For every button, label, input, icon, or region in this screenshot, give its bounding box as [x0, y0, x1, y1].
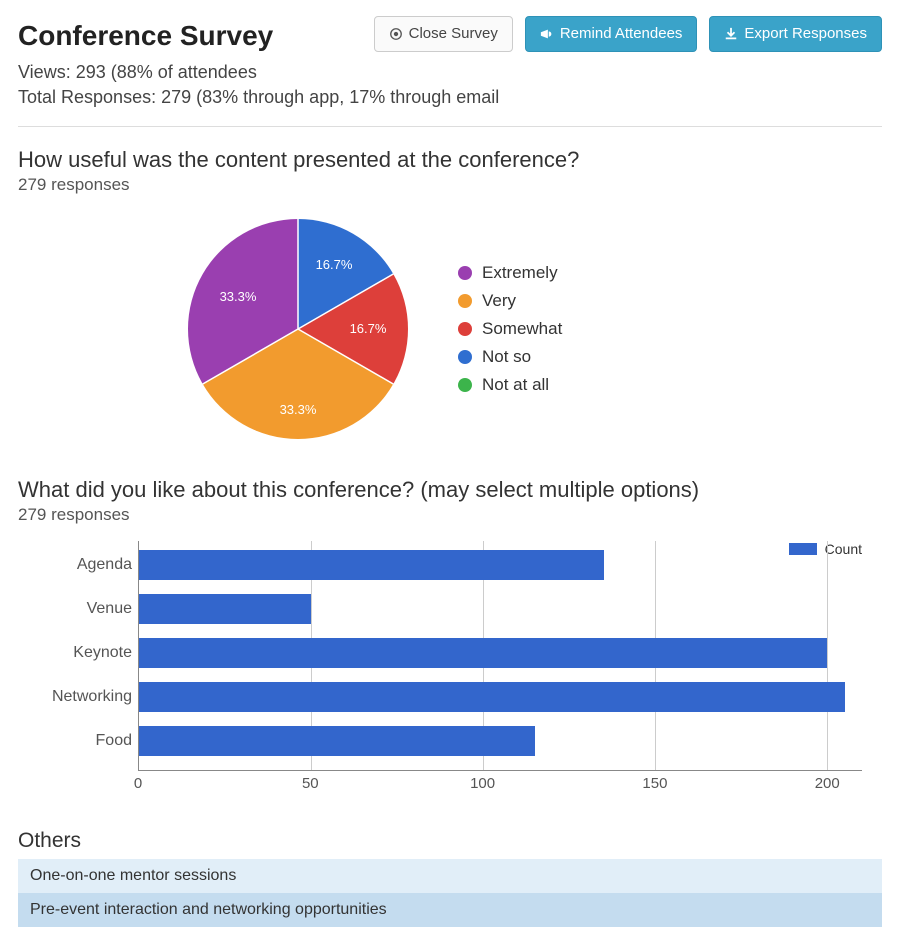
- bar-venue: [139, 594, 311, 624]
- others-item: Pre-event interaction and networking opp…: [18, 893, 882, 927]
- legend-item: Extremely: [458, 263, 562, 283]
- legend-item: Not so: [458, 347, 562, 367]
- download-icon: [724, 27, 738, 41]
- others-list: One-on-one mentor sessions Pre-event int…: [18, 859, 882, 927]
- remind-attendees-label: Remind Attendees: [560, 25, 683, 43]
- export-responses-button[interactable]: Export Responses: [709, 16, 882, 52]
- legend-label: Not at all: [482, 375, 549, 395]
- bullhorn-icon: [540, 27, 554, 41]
- export-responses-label: Export Responses: [744, 25, 867, 43]
- x-tick-label: 50: [302, 775, 319, 792]
- x-tick-label: 0: [134, 775, 142, 792]
- responses-line: Total Responses: 279 (83% through app, 1…: [18, 87, 882, 108]
- bar-keynote: [139, 638, 827, 668]
- divider: [18, 126, 882, 127]
- y-tick-label: Networking: [28, 688, 132, 706]
- x-tick-label: 150: [642, 775, 667, 792]
- pie-label-somewhat: 16.7%: [350, 321, 387, 336]
- views-line: Views: 293 (88% of attendees: [18, 62, 882, 83]
- pie-chart: 16.7% 16.7% 33.3% 33.3%: [178, 209, 418, 449]
- legend-label: Very: [482, 291, 516, 311]
- pie-legend: Extremely Very Somewhat Not so Not at al…: [458, 263, 562, 395]
- legend-item: Not at all: [458, 375, 562, 395]
- remind-attendees-button[interactable]: Remind Attendees: [525, 16, 698, 52]
- question-1-sub: 279 responses: [18, 175, 882, 195]
- x-tick-label: 100: [470, 775, 495, 792]
- legend-item: Very: [458, 291, 562, 311]
- swatch-icon: [458, 378, 472, 392]
- y-tick-label: Food: [28, 732, 132, 750]
- y-tick-label: Venue: [28, 600, 132, 618]
- question-1-title: How useful was the content presented at …: [18, 147, 882, 173]
- close-survey-label: Close Survey: [409, 25, 498, 43]
- swatch-icon: [458, 266, 472, 280]
- swatch-icon: [458, 350, 472, 364]
- pie-chart-area: 16.7% 16.7% 33.3% 33.3% Extremely Very S…: [18, 209, 882, 449]
- record-icon: [389, 27, 403, 41]
- bar-canvas: [138, 541, 862, 771]
- gridline: [827, 541, 828, 770]
- swatch-icon: [458, 294, 472, 308]
- pie-label-very: 33.3%: [280, 402, 317, 417]
- question-2-title: What did you like about this conference?…: [18, 477, 882, 503]
- legend-label: Somewhat: [482, 319, 562, 339]
- y-tick-label: Agenda: [28, 556, 132, 574]
- bar-x-axis: 0 50 100 150 200: [138, 771, 862, 801]
- swatch-icon: [458, 322, 472, 336]
- page-title: Conference Survey: [18, 16, 273, 52]
- header: Conference Survey Close Survey Remind At…: [18, 16, 882, 52]
- x-tick-label: 200: [815, 775, 840, 792]
- others-item: One-on-one mentor sessions: [18, 859, 882, 893]
- question-1: How useful was the content presented at …: [18, 147, 882, 449]
- question-2: What did you like about this conference?…: [18, 477, 882, 801]
- legend-item: Somewhat: [458, 319, 562, 339]
- pie-label-extremely: 33.3%: [220, 289, 257, 304]
- others-section: Others One-on-one mentor sessions Pre-ev…: [18, 829, 882, 927]
- others-title: Others: [18, 829, 882, 853]
- survey-meta: Views: 293 (88% of attendees Total Respo…: [18, 62, 882, 108]
- question-2-sub: 279 responses: [18, 505, 882, 525]
- bar-agenda: [139, 550, 604, 580]
- y-tick-label: Keynote: [28, 644, 132, 662]
- bar-networking: [139, 682, 845, 712]
- bar-food: [139, 726, 535, 756]
- bar-plot: Agenda Venue Keynote Networking Food: [28, 541, 882, 801]
- bar-chart-area: Count Agenda Venue Keynote Networking Fo…: [18, 541, 882, 801]
- close-survey-button[interactable]: Close Survey: [374, 16, 513, 52]
- bar-y-axis: Agenda Venue Keynote Networking Food: [28, 541, 138, 771]
- legend-label: Extremely: [482, 263, 558, 283]
- legend-label: Not so: [482, 347, 531, 367]
- pie-label-notso: 16.7%: [316, 257, 353, 272]
